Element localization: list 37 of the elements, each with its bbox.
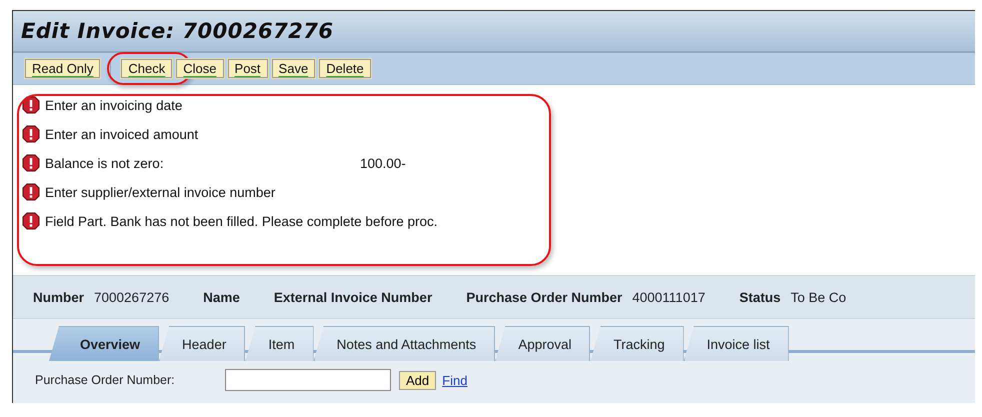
field-label: Status [739, 290, 781, 304]
tab[interactable]: Approval [495, 326, 590, 361]
tab[interactable]: Tracking [590, 326, 684, 361]
error-icon [22, 154, 40, 172]
field-label: Number [33, 290, 84, 304]
field-label: Purchase Order Number [466, 290, 622, 304]
error-message: Balance is not zero: [45, 156, 165, 170]
add-button[interactable]: Add [399, 370, 436, 390]
toolbar-button[interactable]: Read Only [25, 59, 100, 78]
input-field[interactable] [225, 369, 391, 391]
find-link[interactable]: Find [442, 372, 468, 388]
field-value: 4000111017 [632, 290, 706, 304]
error-icon [22, 212, 40, 230]
error-icon [22, 183, 40, 201]
field-label: External Invoice Number [274, 290, 432, 304]
toolbar-button[interactable]: Post [228, 59, 268, 78]
field-value: To Be Co [790, 290, 846, 304]
tab[interactable]: Notes and Attachments [314, 326, 496, 361]
toolbar-button[interactable]: Check [121, 59, 172, 78]
tab[interactable]: Header [159, 326, 246, 361]
toolbar-button[interactable]: Delete [319, 59, 371, 78]
error-message: Field Part. Bank has not been filled. Please complete before proc. [45, 214, 438, 228]
error-icon [22, 125, 40, 143]
error-icon [22, 96, 40, 114]
toolbar-button[interactable]: Save [272, 59, 316, 78]
field-label: Name [203, 290, 240, 304]
balance-value: 100.00- [360, 156, 406, 170]
error-message: Enter an invoicing date [45, 98, 184, 112]
tab[interactable]: Item [245, 326, 314, 361]
tab[interactable]: Invoice list [684, 326, 789, 361]
field-value: 7000267276 [94, 290, 170, 304]
error-message: Enter an invoiced amount [45, 126, 200, 142]
error-message: Enter supplier/external invoice number [45, 184, 276, 200]
toolbar-button[interactable]: Close [176, 59, 224, 78]
field-label: Purchase Order Number: [35, 373, 176, 387]
tab[interactable]: Overview [49, 326, 160, 361]
window-title: Edit Invoice: 7000267276 [21, 19, 334, 43]
